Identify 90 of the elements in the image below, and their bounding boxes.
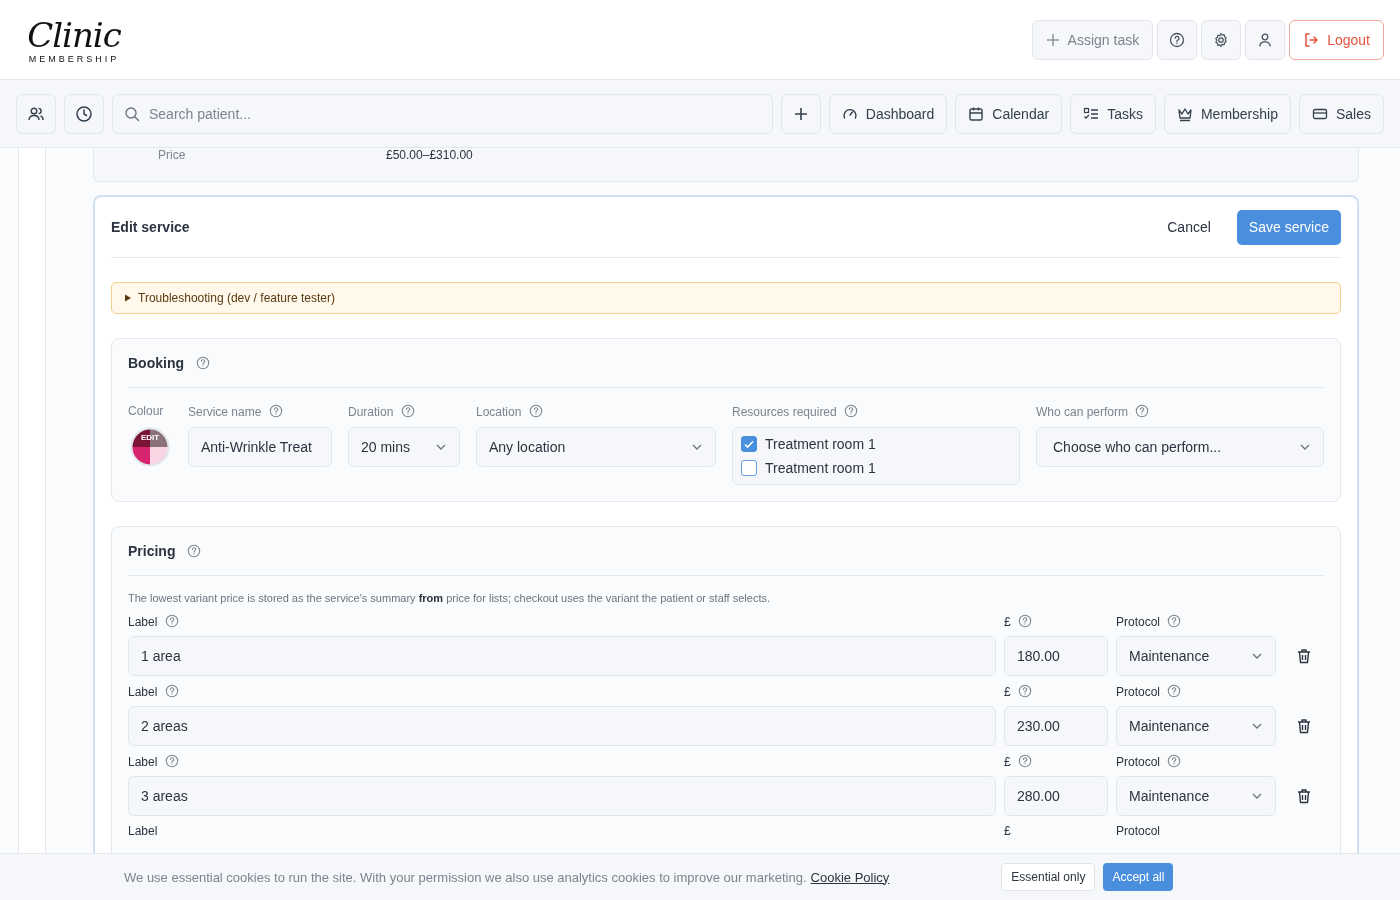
settings-icon xyxy=(1213,31,1230,48)
cookie-policy-link[interactable]: Cookie Policy xyxy=(810,869,890,885)
field-label: Resources required xyxy=(732,404,1020,419)
field-label: £ xyxy=(1004,754,1108,769)
field-label: £ xyxy=(1004,614,1108,629)
field-label: £ xyxy=(1004,684,1108,699)
help-icon[interactable] xyxy=(1018,684,1032,698)
plus-icon xyxy=(1045,32,1060,47)
essential-only-button[interactable]: Essential only xyxy=(1001,863,1096,891)
help-icon[interactable] xyxy=(1167,754,1182,768)
history-button[interactable] xyxy=(64,93,104,134)
field-label: £ xyxy=(1004,824,1012,838)
help-icon[interactable] xyxy=(1018,614,1032,628)
trash-icon xyxy=(1296,718,1312,734)
calendar-icon xyxy=(968,105,985,122)
section-title: Pricing xyxy=(128,543,176,559)
nav-button[interactable]: Dashboard xyxy=(828,93,948,134)
field-label: Protocol xyxy=(1116,614,1276,629)
settings-button[interactable] xyxy=(1201,19,1242,60)
cookie-message: We use essential cookies to run the site. With your permission we also use analytics cookies to improve our marketing. xyxy=(124,869,807,885)
nav-button[interactable]: Membership xyxy=(1163,93,1291,134)
field-label: Label xyxy=(128,614,996,629)
logout-button[interactable]: Logout xyxy=(1289,19,1384,60)
performer-dropdown[interactable]: Choose who can perform... xyxy=(1036,427,1324,467)
help-icon[interactable] xyxy=(1167,614,1182,628)
pricing-note: The lowest variant price is stored as the service's summary from price for lists; checkout uses the variant the patient or staff selects. xyxy=(128,592,771,604)
checkbox-label: Treatment room 1 xyxy=(765,460,876,476)
troubleshooting-toggle[interactable]: Troubleshooting (dev / feature tester) xyxy=(111,282,1341,314)
trash-icon xyxy=(1296,648,1312,664)
patients-button[interactable] xyxy=(16,93,56,134)
field-label: Duration xyxy=(348,404,460,419)
field-label: Protocol xyxy=(1116,754,1276,769)
nav-button[interactable]: Sales xyxy=(1298,93,1384,134)
duration-dropdown[interactable]: 20 mins xyxy=(348,427,460,467)
nav-button[interactable]: Tasks xyxy=(1070,93,1156,134)
user-button[interactable] xyxy=(1245,19,1286,60)
help-icon[interactable] xyxy=(164,614,179,628)
price-field[interactable]: 180.00 xyxy=(1004,636,1108,676)
help-icon[interactable] xyxy=(1135,404,1150,418)
protocol-dropdown[interactable]: Maintenance xyxy=(1116,706,1276,746)
field-label: Protocol xyxy=(1116,824,1162,838)
price-field[interactable]: 230.00 xyxy=(1004,706,1108,746)
checkbox[interactable] xyxy=(741,460,757,476)
price-label: Price xyxy=(158,148,187,162)
nav-button[interactable]: Calendar xyxy=(955,93,1063,134)
field-label: Protocol xyxy=(1116,684,1276,699)
triangle-icon xyxy=(124,294,132,302)
help-icon[interactable] xyxy=(400,404,415,418)
protocol-dropdown[interactable]: Maintenance xyxy=(1116,776,1276,816)
help-button[interactable] xyxy=(1157,19,1198,60)
field-label: Label xyxy=(128,684,996,699)
field-label: Colour xyxy=(128,404,165,418)
help-icon[interactable] xyxy=(164,684,179,698)
help-icon[interactable] xyxy=(528,404,543,418)
help-icon[interactable] xyxy=(1167,684,1182,698)
help-icon[interactable] xyxy=(844,404,859,418)
logout-icon xyxy=(1303,31,1320,48)
clock-icon xyxy=(75,104,93,123)
add-button[interactable] xyxy=(780,93,821,134)
service-name-field[interactable]: Anti-Wrinkle Treat xyxy=(188,427,332,467)
help-icon[interactable] xyxy=(164,754,179,768)
protocol-dropdown[interactable]: Maintenance xyxy=(1116,636,1276,676)
cancel-button[interactable]: Cancel xyxy=(1161,218,1217,236)
help-icon[interactable] xyxy=(196,356,210,370)
check-icon xyxy=(743,438,755,450)
variant-label-field[interactable]: 2 areas xyxy=(128,706,996,746)
help-icon[interactable] xyxy=(1018,754,1032,768)
trash-icon xyxy=(1296,788,1312,804)
variant-label-field[interactable]: 1 area xyxy=(128,636,996,676)
price-value: £50.00–£310.00 xyxy=(386,148,473,162)
help-icon[interactable] xyxy=(268,404,283,418)
field-label: Who can perform xyxy=(1036,404,1324,419)
field-label: Service name xyxy=(188,404,332,419)
checkbox[interactable] xyxy=(741,436,757,452)
help-icon xyxy=(1169,31,1186,48)
field-label: Label xyxy=(128,824,159,838)
checkbox-label: Treatment room 1 xyxy=(765,436,876,452)
field-label: Label xyxy=(128,754,996,769)
price-field[interactable]: 280.00 xyxy=(1004,776,1108,816)
edit-service-title: Edit service xyxy=(111,219,191,235)
user-icon xyxy=(1257,31,1274,48)
assign-task-button[interactable]: Assign task xyxy=(1031,19,1154,60)
variant-label-field[interactable]: 3 areas xyxy=(128,776,996,816)
checklist-icon xyxy=(1083,105,1100,122)
plus-icon xyxy=(793,106,808,121)
location-dropdown[interactable]: Any location xyxy=(476,427,716,467)
search-field[interactable]: Search patient... xyxy=(112,93,773,134)
field-label: Location xyxy=(476,404,716,419)
help-icon[interactable] xyxy=(187,544,202,558)
section-title: Booking xyxy=(128,355,184,371)
